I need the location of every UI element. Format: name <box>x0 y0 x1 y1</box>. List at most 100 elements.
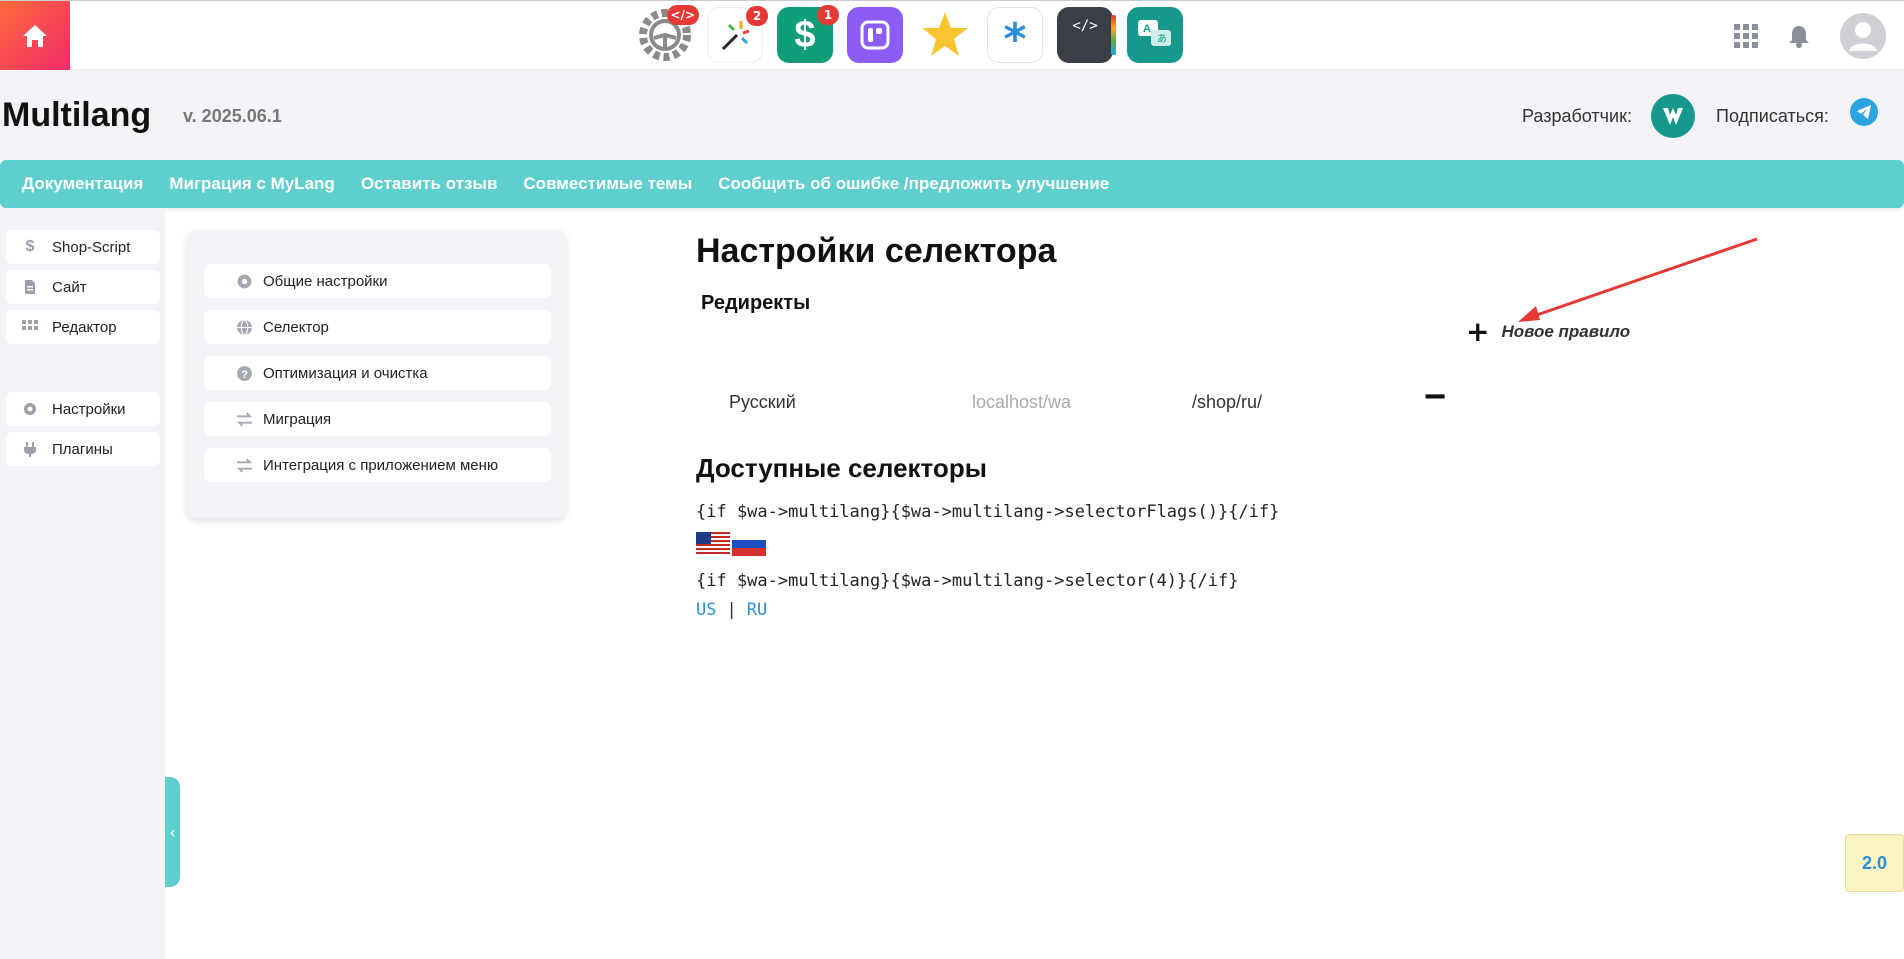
translate-icon: A あ <box>1138 20 1171 46</box>
question-circle-icon: ? <box>237 365 252 381</box>
app-badge: </> <box>666 5 699 25</box>
telegram-icon <box>1857 105 1871 119</box>
app-header: Multilang v. 2025.06.1 Разработчик: Подп… <box>0 70 1904 160</box>
settings-menu-card: Общие настройки Селектор ? Оптимизация и… <box>187 230 566 518</box>
bell-icon[interactable] <box>1788 24 1810 48</box>
swap-arrows-icon <box>236 457 253 473</box>
home-button[interactable] <box>0 1 70 71</box>
plus-icon: + <box>1466 315 1490 348</box>
svg-text:?: ? <box>241 368 247 380</box>
chevron-left-icon: ‹ <box>169 822 176 842</box>
sidebar-item-label: Редактор <box>52 318 117 336</box>
globe-icon <box>237 319 252 335</box>
developer-label: Разработчик: <box>1522 106 1632 126</box>
rule-path: /shop/ru/ <box>1192 392 1263 412</box>
top-navigation: Документация Миграция с MyLang Оставить … <box>0 160 1904 208</box>
dashboard-icon <box>860 20 890 50</box>
book-tabs <box>1111 15 1116 55</box>
app-code-editor[interactable]: </> <box>1057 7 1116 63</box>
app-settings[interactable]: </> <box>637 5 699 63</box>
flags-selector-preview <box>696 532 766 556</box>
gear-icon <box>24 403 36 415</box>
sidebar-item-plugins[interactable]: Плагины <box>6 432 160 466</box>
grid-icon <box>22 320 38 330</box>
app-magic[interactable]: 2 <box>707 6 768 63</box>
code-selector-flags: {if $wa->multilang}{$wa->multilang->sele… <box>696 502 1280 522</box>
app-favorites[interactable] <box>917 7 973 63</box>
star-icon <box>922 12 968 56</box>
app-badge: 1 <box>817 5 839 25</box>
menu-item-label: Оптимизация и очистка <box>263 364 428 382</box>
lang-separator: | <box>726 600 737 620</box>
app-dashboard[interactable] <box>847 7 903 63</box>
redirect-rule-row: Русский localhost/wa /shop/ru/ − <box>729 376 1449 422</box>
app-launcher-bar: </> 2 $ 1 * </> A あ <box>637 5 1183 63</box>
sidebar-item-label: Сайт <box>52 278 87 296</box>
sidebar-item-label: Настройки <box>52 400 126 418</box>
redirects-title: Редиректы <box>701 292 811 314</box>
menu-item-optimization[interactable]: ? Оптимизация и очистка <box>204 356 551 390</box>
nav-migration-mylang[interactable]: Миграция с MyLang <box>169 174 334 194</box>
sidebar-item-editor[interactable]: Редактор <box>6 310 160 344</box>
nav-report-bug[interactable]: Сообщить об ошибке /предложить улучшение <box>718 174 1109 194</box>
available-selectors-title: Доступные селекторы <box>696 453 987 483</box>
rule-domain: localhost/wa <box>972 392 1072 412</box>
menu-item-label: Интеграция с приложением меню <box>263 456 499 474</box>
menu-item-migration[interactable]: Миграция <box>204 402 551 436</box>
apps-grid-icon[interactable] <box>1734 24 1758 48</box>
app-multilang[interactable]: A あ <box>1127 7 1183 63</box>
menu-item-menu-integration[interactable]: Интеграция с приложением меню <box>204 448 551 482</box>
dollar-shop-icon: $ <box>794 13 816 56</box>
left-sidebar: $ Shop-Script Сайт Редактор Настройки Пл… <box>0 208 165 959</box>
nav-docs[interactable]: Документация <box>22 174 143 194</box>
app-version: v. 2025.06.1 <box>183 106 282 126</box>
svg-text:A: A <box>1143 23 1151 35</box>
sidebar-item-shop-script[interactable]: $ Shop-Script <box>6 230 160 264</box>
top-app-bar: </> 2 $ 1 * </> A あ <box>0 0 1904 71</box>
plug-icon <box>24 442 36 457</box>
lang-link-us[interactable]: US <box>696 600 716 620</box>
app-badge: 2 <box>746 6 768 26</box>
sidebar-item-site[interactable]: Сайт <box>6 270 160 304</box>
version-badge[interactable]: 2.0 <box>1845 834 1904 892</box>
swap-arrows-icon <box>236 411 253 427</box>
top-right-controls <box>1734 13 1886 59</box>
nav-compatible-themes[interactable]: Совместимые темы <box>523 174 692 194</box>
menu-item-general-settings[interactable]: Общие настройки <box>204 264 551 298</box>
subscribe-label: Подписаться: <box>1716 106 1829 126</box>
annotation-arrow <box>1518 237 1758 322</box>
asterisk-icon: * <box>1003 14 1027 65</box>
sidebar-item-label: Shop-Script <box>52 238 131 256</box>
code-selector-text: {if $wa->multilang}{$wa->multilang->sele… <box>696 571 1239 591</box>
home-icon <box>23 25 47 47</box>
remove-rule-button[interactable]: − <box>1424 376 1446 419</box>
telegram-link[interactable] <box>1850 98 1878 126</box>
new-rule-label: Новое правило <box>1501 322 1631 341</box>
file-icon <box>25 280 35 294</box>
svg-text:あ: あ <box>1157 33 1167 45</box>
menu-item-label: Селектор <box>263 318 329 336</box>
page-title: Настройки селектора <box>696 232 1057 270</box>
rule-language: Русский <box>729 392 796 412</box>
sidebar-collapse-toggle[interactable]: ‹ <box>165 777 180 887</box>
text-selector-preview: US | RU <box>696 600 767 620</box>
menu-item-label: Общие настройки <box>263 272 388 290</box>
user-icon <box>1849 22 1877 51</box>
sidebar-item-label: Плагины <box>52 440 113 458</box>
user-avatar[interactable] <box>1840 13 1886 59</box>
app-asterisk[interactable]: * <box>987 7 1043 63</box>
dollar-icon: $ <box>25 238 35 255</box>
us-flag-icon[interactable] <box>696 532 730 556</box>
menu-item-label: Миграция <box>263 410 332 428</box>
gear-icon <box>237 274 252 288</box>
code-book-icon: </> <box>1072 18 1098 34</box>
nav-leave-review[interactable]: Оставить отзыв <box>361 174 498 194</box>
new-rule-button[interactable]: + Новое правило <box>1466 318 1630 346</box>
sidebar-item-settings[interactable]: Настройки <box>6 392 160 426</box>
app-shop[interactable]: $ 1 <box>777 5 839 63</box>
lang-link-ru[interactable]: RU <box>747 600 767 620</box>
app-title: Multilang <box>2 96 152 134</box>
menu-item-selector[interactable]: Селектор <box>204 310 551 344</box>
developer-logo[interactable] <box>1651 94 1695 138</box>
ru-flag-icon[interactable] <box>732 532 766 556</box>
